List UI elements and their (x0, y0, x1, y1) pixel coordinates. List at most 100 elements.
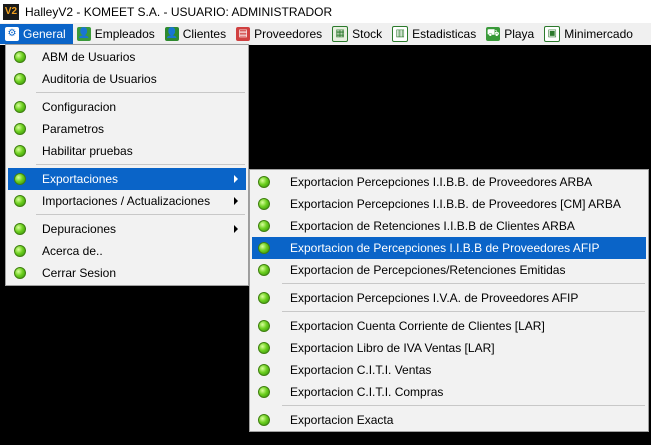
green-dot-icon (258, 414, 270, 426)
menu-item-export-citi-ventas[interactable]: Exportacion C.I.T.I. Ventas (252, 359, 646, 381)
menu-item-acerca-de[interactable]: Acerca de.. (8, 240, 246, 262)
green-dot-icon (14, 245, 26, 257)
menu-item-label: Depuraciones (42, 222, 117, 236)
menu-clientes[interactable]: 👤 Clientes (161, 24, 232, 44)
menu-general[interactable]: ⚙ General (0, 24, 73, 44)
green-dot-icon (258, 198, 270, 210)
green-dot-icon (258, 364, 270, 376)
menu-empleados[interactable]: 👤 Empleados (73, 24, 161, 44)
menu-item-label: Parametros (42, 122, 105, 136)
menu-stock-label: Stock (352, 27, 383, 41)
menu-proveedores-label: Proveedores (254, 27, 323, 41)
menu-item-label: Exportaciones (42, 172, 119, 186)
green-dot-icon (258, 320, 270, 332)
employee-icon: 👤 (76, 27, 91, 41)
green-dot-icon (258, 342, 270, 354)
submenu-arrow-icon (234, 197, 238, 205)
menu-bar: ⚙ General 👤 Empleados 👤 Clientes ▤ Prove… (0, 23, 651, 45)
exportaciones-submenu: Exportacion Percepciones I.I.B.B. de Pro… (249, 169, 649, 432)
menu-item-export-cta-cte-lar[interactable]: Exportacion Cuenta Corriente de Clientes… (252, 315, 646, 337)
menu-proveedores[interactable]: ▤ Proveedores (232, 24, 328, 44)
menu-playa[interactable]: ⛟ Playa (482, 24, 540, 44)
menu-item-export-perc-iibb-arba[interactable]: Exportacion Percepciones I.I.B.B. de Pro… (252, 171, 646, 193)
green-dot-icon (14, 73, 26, 85)
menu-minimercado-label: Minimercado (564, 27, 633, 41)
menu-item-exportaciones[interactable]: Exportaciones (8, 168, 246, 190)
menu-item-export-perc-iibb-afip[interactable]: Exportacion de Percepciones I.I.B.B de P… (252, 237, 646, 259)
menu-playa-label: Playa (504, 27, 535, 41)
green-dot-icon (14, 267, 26, 279)
green-dot-icon (258, 220, 270, 232)
menu-item-export-libro-iva-lar[interactable]: Exportacion Libro de IVA Ventas [LAR] (252, 337, 646, 359)
menu-item-label: Cerrar Sesion (42, 266, 117, 280)
menu-item-auditoria-usuarios[interactable]: Auditoria de Usuarios (8, 68, 246, 90)
menu-item-label: Exportacion de Percepciones I.I.B.B de P… (290, 241, 600, 255)
minimarket-icon: ▣ (544, 26, 561, 42)
green-dot-icon (258, 176, 270, 188)
general-menu: ABM de Usuarios Auditoria de Usuarios Co… (5, 44, 249, 286)
green-dot-icon (258, 386, 270, 398)
menu-item-export-exacta[interactable]: Exportacion Exacta (252, 409, 646, 431)
menu-item-label: Exportacion de Retenciones I.I.B.B de Cl… (290, 219, 575, 233)
menu-estadisticas[interactable]: ▥ Estadisticas (388, 24, 482, 44)
menu-item-label: Importaciones / Actualizaciones (42, 194, 211, 208)
green-dot-icon (14, 123, 26, 135)
menu-item-abm-usuarios[interactable]: ABM de Usuarios (8, 46, 246, 68)
menu-item-export-ret-iibb-arba[interactable]: Exportacion de Retenciones I.I.B.B de Cl… (252, 215, 646, 237)
statistics-icon: ▥ (392, 26, 409, 42)
window-title: HalleyV2 - KOMEET S.A. - USUARIO: ADMINI… (25, 4, 333, 19)
menu-clientes-label: Clientes (182, 27, 227, 41)
menu-item-label: Exportacion Percepciones I.I.B.B. de Pro… (290, 197, 621, 211)
green-dot-icon (14, 51, 26, 63)
menu-separator (282, 283, 645, 284)
supplier-icon: ▤ (236, 27, 251, 41)
menu-item-label: Habilitar pruebas (42, 144, 133, 158)
menu-item-habilitar-pruebas[interactable]: Habilitar pruebas (8, 140, 246, 162)
menu-item-label: Auditoria de Usuarios (42, 72, 157, 86)
green-dot-icon (14, 145, 26, 157)
menu-item-label: Exportacion de Percepciones/Retenciones … (290, 263, 566, 277)
menu-item-label: ABM de Usuarios (42, 50, 136, 64)
menu-general-label: General (23, 27, 66, 41)
title-bar: V2 HalleyV2 - KOMEET S.A. - USUARIO: ADM… (0, 0, 651, 23)
menu-item-export-perc-iva-afip[interactable]: Exportacion Percepciones I.V.A. de Prove… (252, 287, 646, 309)
menu-item-export-perc-ret-emitidas[interactable]: Exportacion de Percepciones/Retenciones … (252, 259, 646, 281)
green-dot-icon (14, 195, 26, 207)
menu-item-label: Exportacion Libro de IVA Ventas [LAR] (290, 341, 495, 355)
menu-minimercado[interactable]: ▣ Minimercado (540, 24, 639, 44)
menu-separator (36, 214, 245, 215)
menu-separator (282, 311, 645, 312)
green-dot-icon (258, 242, 270, 254)
gear-icon: ⚙ (5, 27, 19, 41)
green-dot-icon (258, 264, 270, 276)
menu-item-label: Exportacion C.I.T.I. Ventas (290, 363, 432, 377)
app-logo: V2 (3, 3, 19, 20)
menu-separator (36, 92, 245, 93)
green-dot-icon (14, 223, 26, 235)
green-dot-icon (14, 173, 26, 185)
menu-item-depuraciones[interactable]: Depuraciones (8, 218, 246, 240)
menu-item-label: Exportacion Cuenta Corriente de Clientes… (290, 319, 545, 333)
menu-empleados-label: Empleados (94, 27, 155, 41)
menu-item-importaciones[interactable]: Importaciones / Actualizaciones (8, 190, 246, 212)
menu-item-parametros[interactable]: Parametros (8, 118, 246, 140)
menu-item-export-citi-compras[interactable]: Exportacion C.I.T.I. Compras (252, 381, 646, 403)
stock-icon: ▦ (332, 26, 349, 42)
menu-item-export-perc-iibb-cm-arba[interactable]: Exportacion Percepciones I.I.B.B. de Pro… (252, 193, 646, 215)
menu-item-cerrar-sesion[interactable]: Cerrar Sesion (8, 262, 246, 284)
menu-item-configuracion[interactable]: Configuracion (8, 96, 246, 118)
menu-item-label: Exportacion C.I.T.I. Compras (290, 385, 444, 399)
truck-icon: ⛟ (486, 27, 501, 41)
menu-item-label: Acerca de.. (42, 244, 103, 258)
submenu-arrow-icon (234, 225, 238, 233)
menu-separator (282, 405, 645, 406)
menu-estadisticas-label: Estadisticas (412, 27, 477, 41)
green-dot-icon (258, 292, 270, 304)
menu-separator (36, 164, 245, 165)
submenu-arrow-icon (234, 175, 238, 183)
green-dot-icon (14, 101, 26, 113)
menu-stock[interactable]: ▦ Stock (328, 24, 388, 44)
menu-item-label: Exportacion Percepciones I.V.A. de Prove… (290, 291, 579, 305)
menu-item-label: Exportacion Exacta (290, 413, 394, 427)
menu-item-label: Exportacion Percepciones I.I.B.B. de Pro… (290, 175, 593, 189)
